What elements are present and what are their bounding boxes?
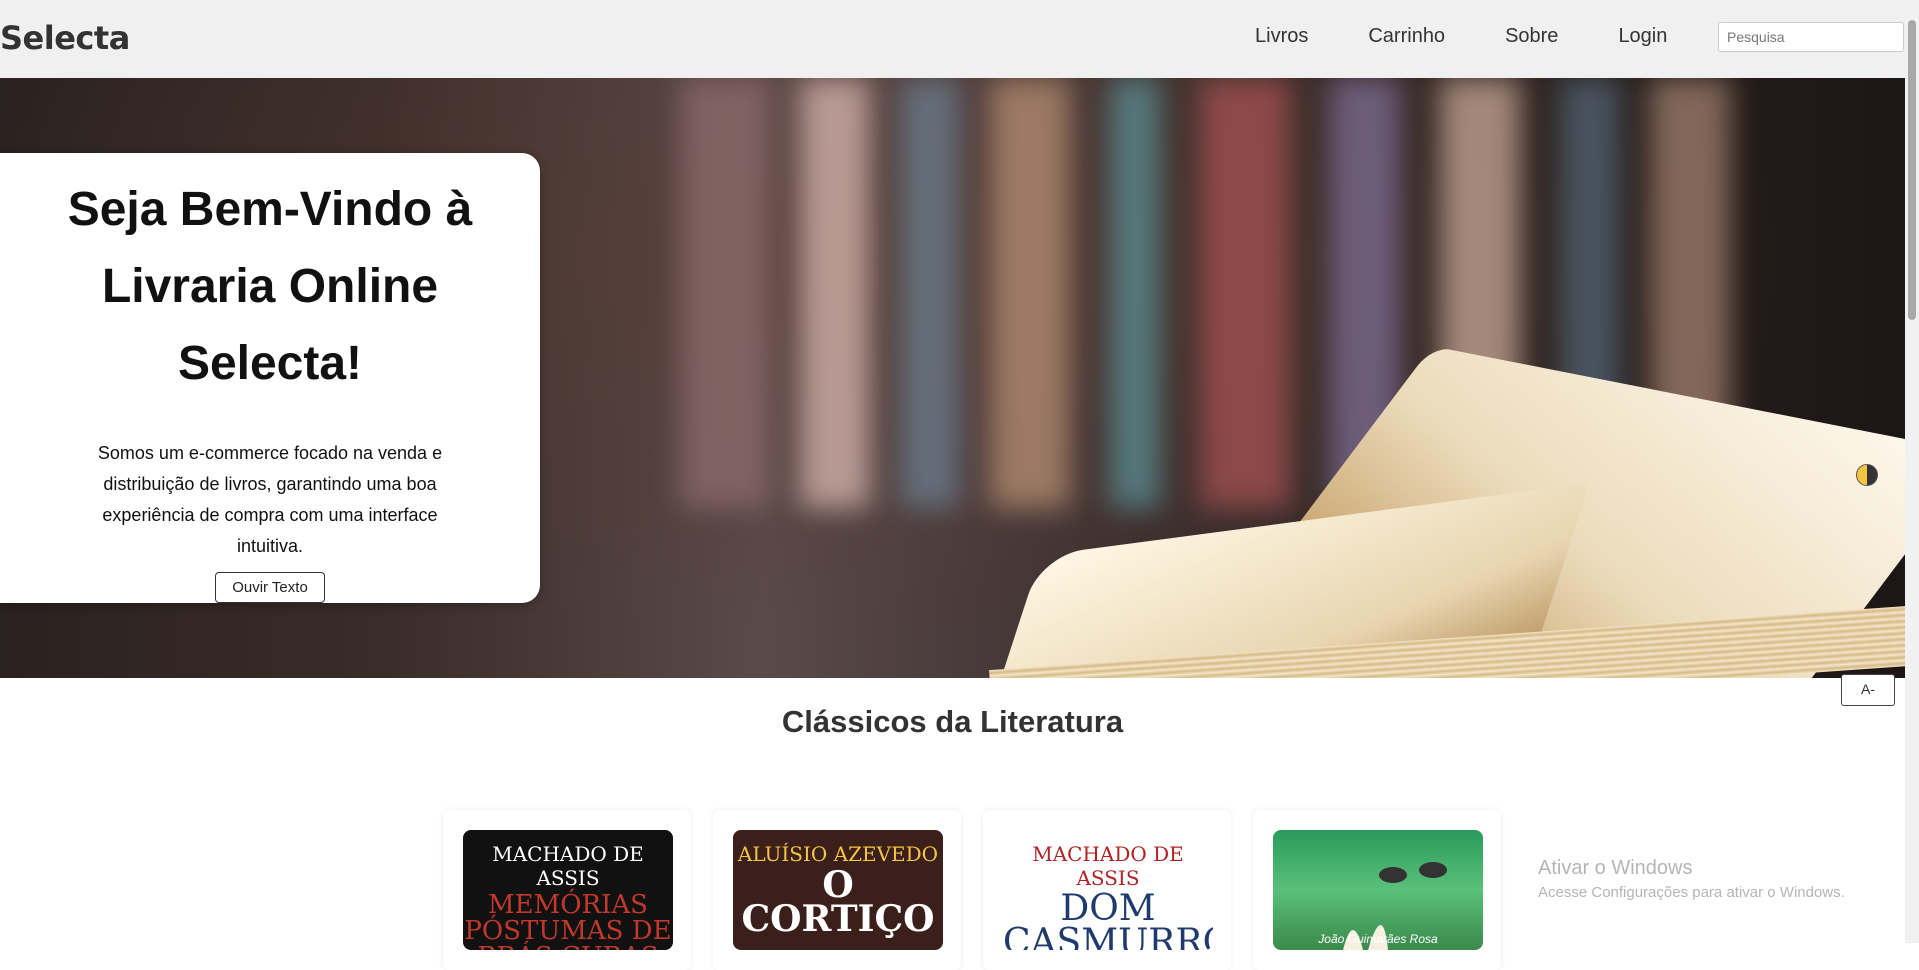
hero-banner: Seja Bem-Vindo à Livraria Online Selecta… (0, 78, 1905, 678)
scrollbar[interactable] (1905, 0, 1919, 943)
section-title: Clássicos da Literatura (781, 704, 1124, 739)
decrease-font-button[interactable]: A- (1841, 674, 1895, 706)
welcome-description: Somos um e-commerce focado na venda e di… (97, 443, 443, 556)
book-cover-title: MEMÓRIAS PÓSTUMAS DE BRÁS CUBAS (464, 890, 672, 950)
book-cover[interactable]: MACHADO DE ASSIS MEMÓRIAS PÓSTUMAS DE BR… (463, 830, 673, 950)
book-card[interactable]: MACHADO DE ASSIS DOM CASMURRO (983, 810, 1231, 970)
listen-text-button[interactable]: Ouvir Texto (215, 572, 325, 603)
book-card[interactable]: MACHADO DE ASSIS MEMÓRIAS PÓSTUMAS DE BR… (443, 810, 691, 970)
nav-links: Livros Carrinho Sobre Login (1255, 25, 1727, 48)
nav-link-carrinho[interactable]: Carrinho (1368, 25, 1445, 48)
windows-activation-subtitle: Acesse Configurações para ativar o Windo… (1538, 884, 1845, 901)
theme-toggle-icon[interactable] (1856, 464, 1878, 486)
navbar: Selecta Livros Carrinho Sobre Login (0, 0, 1905, 79)
book-cover[interactable]: MACHADO DE ASSIS DOM CASMURRO (1003, 830, 1213, 950)
nav-link-sobre[interactable]: Sobre (1505, 25, 1558, 48)
book-card[interactable]: João Guimarães Rosa (1253, 810, 1501, 970)
book-cover[interactable]: ALUÍSIO AZEVEDO O CORTIÇO (733, 830, 943, 950)
book-cover-author: ALUÍSIO AZEVEDO (737, 842, 939, 866)
search-input[interactable] (1718, 22, 1904, 52)
nav-link-livros[interactable]: Livros (1255, 25, 1308, 48)
book-cover-title: O CORTIÇO (741, 864, 935, 940)
book-cover-title: DOM CASMURRO (1003, 888, 1213, 951)
blurred-book-spine (900, 78, 960, 508)
welcome-title: Seja Bem-Vindo à Livraria Online Selecta… (67, 183, 473, 390)
book-card[interactable]: ALUÍSIO AZEVEDO O CORTIÇO (713, 810, 961, 970)
blurred-book-spine (680, 78, 770, 508)
scrollbar-thumb[interactable] (1908, 20, 1916, 320)
blurred-book-spine (990, 78, 1070, 508)
windows-activation-title: Ativar o Windows (1538, 857, 1693, 879)
brand-logo[interactable]: Selecta (0, 19, 130, 57)
blurred-book-spine (800, 78, 870, 508)
blurred-book-spine (1110, 78, 1160, 508)
welcome-card: Seja Bem-Vindo à Livraria Online Selecta… (0, 153, 540, 603)
book-cover[interactable]: João Guimarães Rosa (1273, 830, 1483, 950)
book-cover-author: MACHADO DE ASSIS (1032, 842, 1184, 890)
blurred-book-spine (1200, 78, 1290, 508)
book-cover-author: João Guimarães Rosa (1318, 932, 1438, 946)
book-cover-author: MACHADO DE ASSIS (492, 842, 644, 890)
nav-link-login[interactable]: Login (1618, 25, 1667, 48)
